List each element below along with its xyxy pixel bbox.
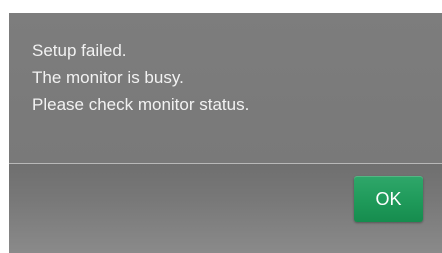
dialog-message: Setup failed. The monitor is busy. Pleas… [9,13,442,163]
message-line-setup-failed: Setup failed. [32,41,127,60]
ok-button[interactable]: OK [354,176,423,222]
message-line-monitor-busy: The monitor is busy. [32,68,184,87]
message-line-check-status: Please check monitor status. [32,95,250,114]
